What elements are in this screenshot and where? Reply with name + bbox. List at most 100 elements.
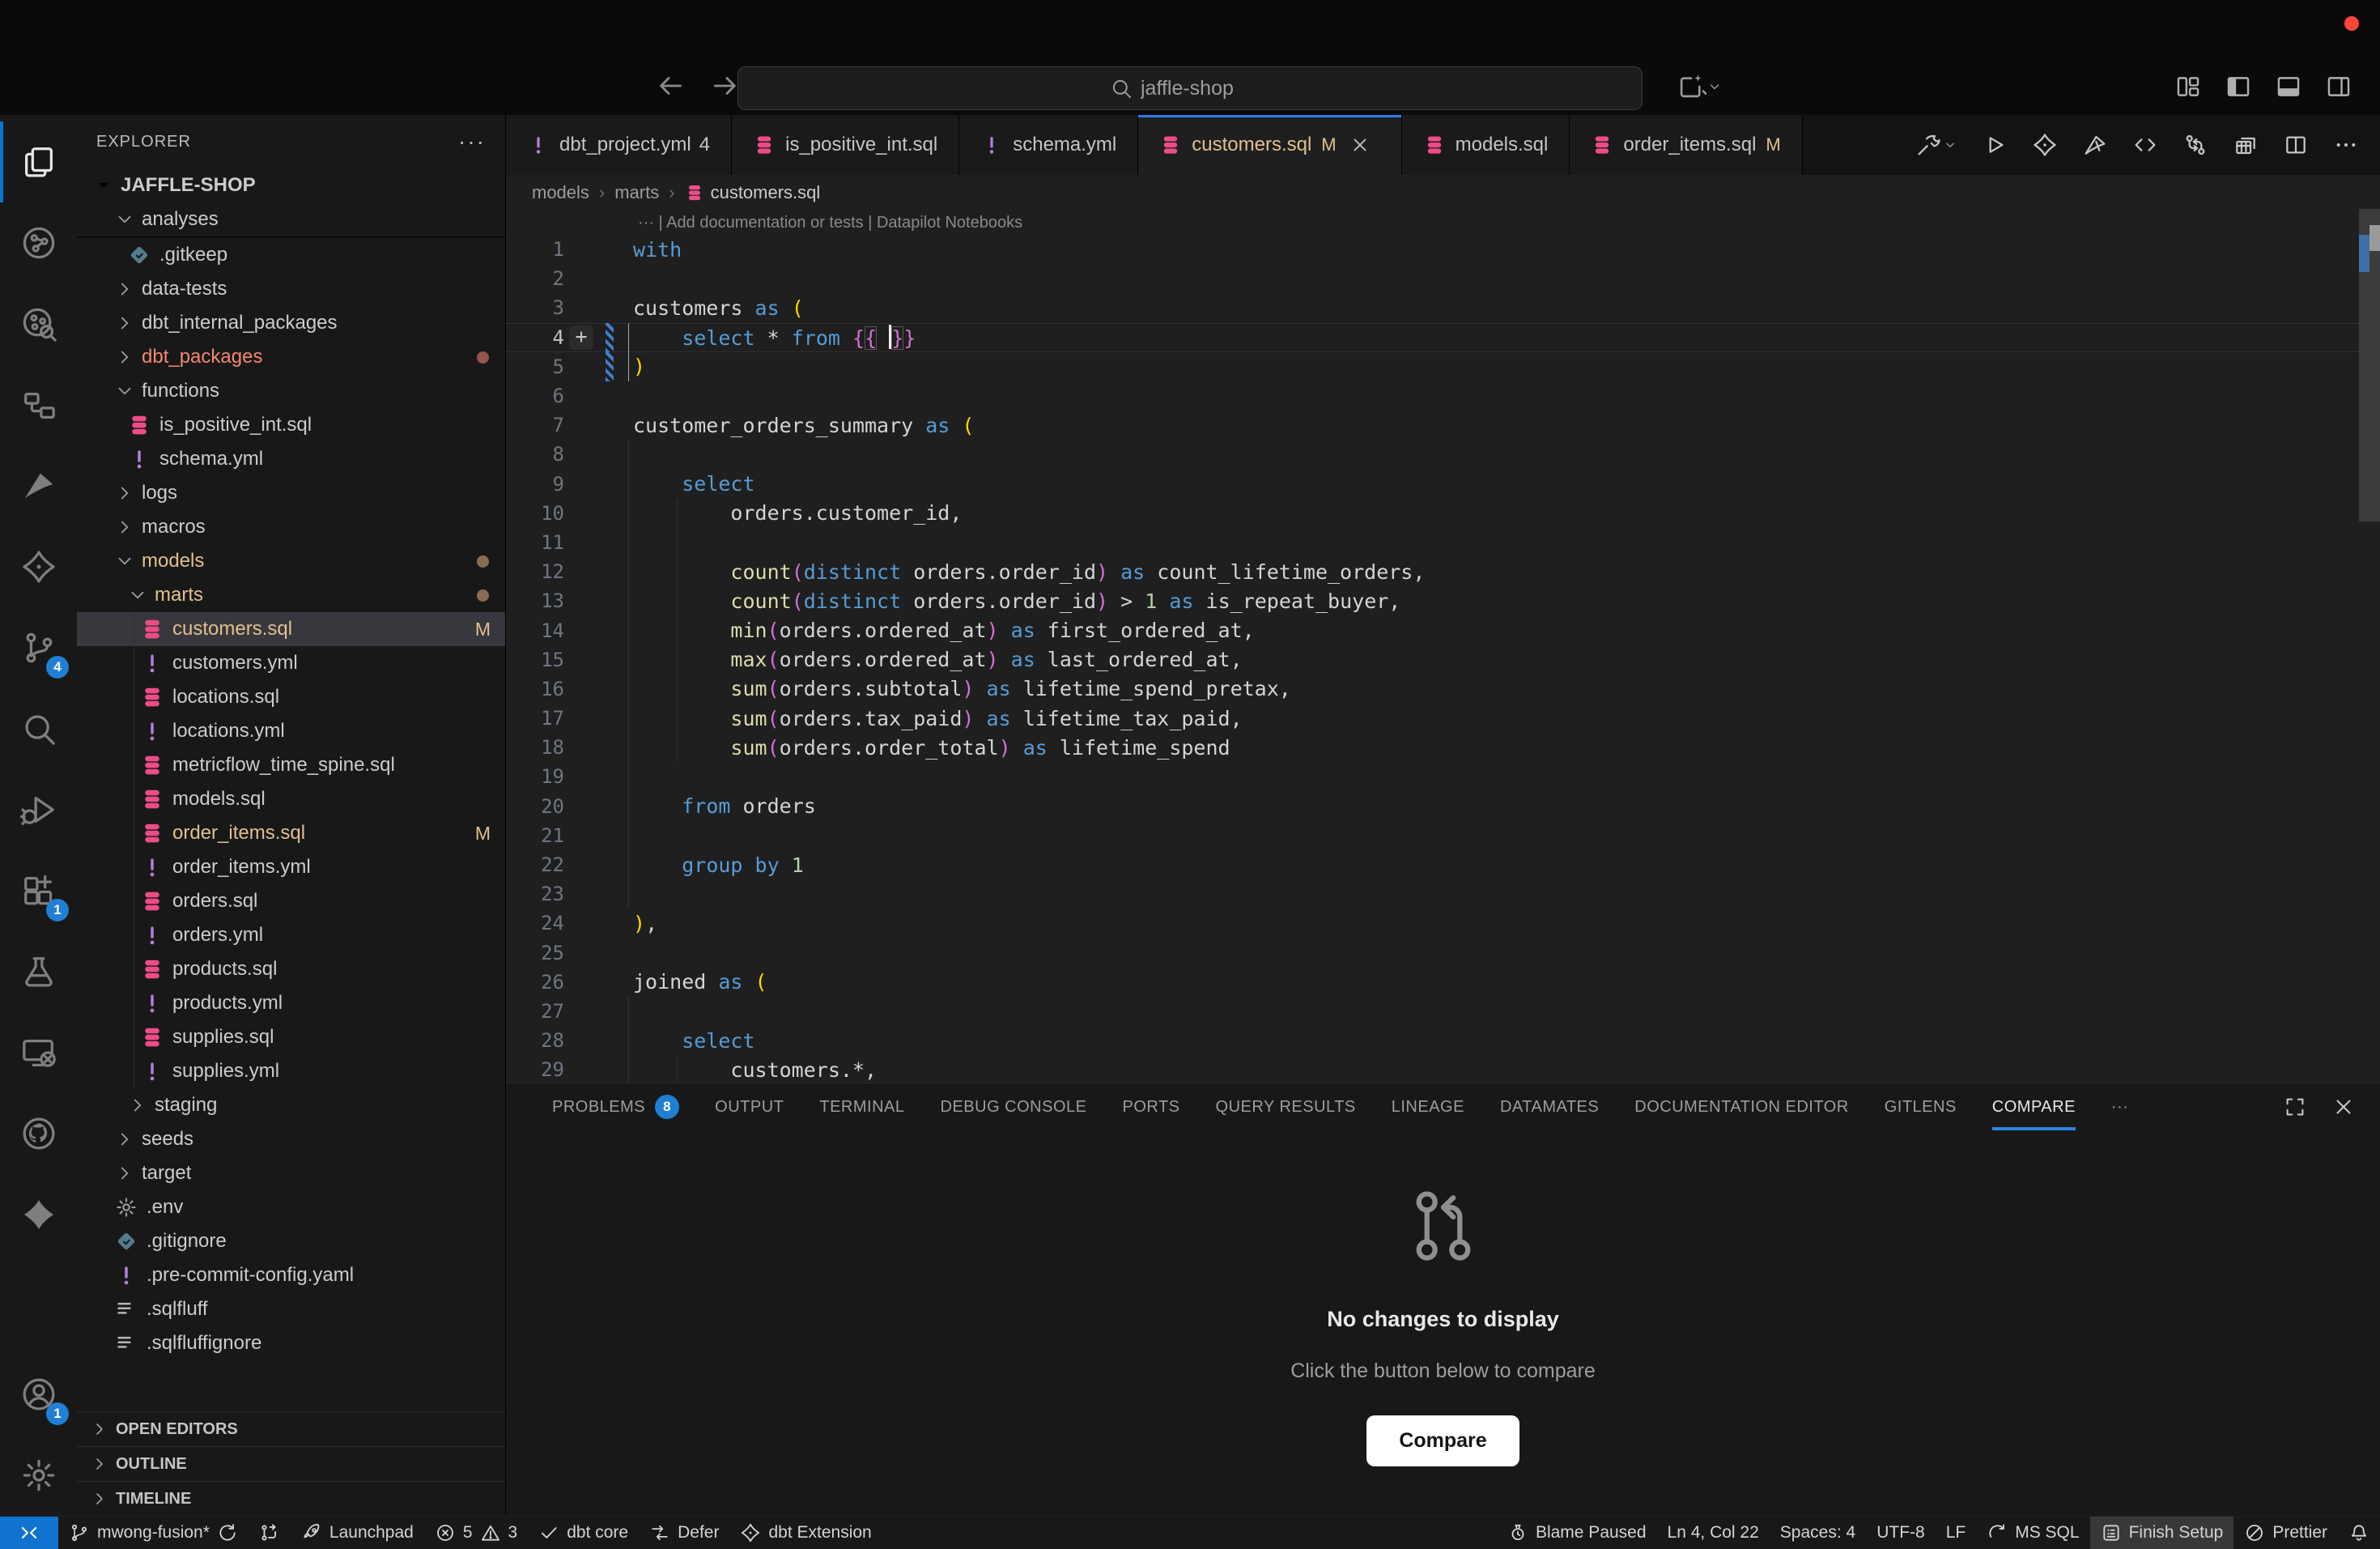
close-panel-button[interactable] [2331, 1095, 2356, 1119]
activity-explorer[interactable] [0, 121, 77, 202]
activity-settings[interactable] [0, 1435, 77, 1516]
activity-dbt[interactable] [0, 526, 77, 607]
copilot-button[interactable] [1676, 71, 1723, 102]
customize-layout-button[interactable] [2174, 73, 2202, 100]
panel-tab-GITLENS[interactable]: GITLENS [1885, 1083, 1957, 1130]
breadcrumb-item[interactable]: marts [614, 182, 659, 203]
tree-item-order_items.yml[interactable]: order_items.yml [77, 850, 505, 884]
panel-tab-PROBLEMS[interactable]: PROBLEMS8 [552, 1083, 679, 1130]
command-center-search[interactable] [737, 66, 1643, 110]
status-dbt-core[interactable]: dbt core [528, 1517, 639, 1549]
panel-tab-COMPARE[interactable]: COMPARE [1992, 1083, 2076, 1130]
activity-lineage-search[interactable] [0, 283, 77, 364]
tree-item-customers.yml[interactable]: customers.yml [77, 646, 505, 680]
tree-item-target[interactable]: target [77, 1156, 505, 1190]
section-timeline[interactable]: TIMELINE [77, 1481, 505, 1516]
git-compare-button[interactable] [2182, 132, 2208, 158]
maximize-panel-button[interactable] [2283, 1095, 2307, 1119]
tree-item-locations.sql[interactable]: locations.sql [77, 680, 505, 714]
tab-schema.yml[interactable]: schema.yml [959, 115, 1138, 175]
activity-lineage[interactable] [0, 202, 77, 283]
activity-flow[interactable] [0, 364, 77, 445]
status-defer[interactable]: Defer [639, 1517, 729, 1549]
tree-item-is_positive_int.sql[interactable]: is_positive_int.sql [77, 408, 505, 442]
add-line-button[interactable]: + [569, 326, 593, 350]
compare-button[interactable]: Compare [1366, 1415, 1519, 1466]
activity-altimate[interactable] [0, 445, 77, 526]
tree-item-.pre-commit-config.yaml[interactable]: .pre-commit-config.yaml [77, 1258, 505, 1292]
tree-item-marts[interactable]: marts [77, 578, 505, 612]
status-notifications[interactable] [2338, 1517, 2380, 1549]
tree-item-order_items.sql[interactable]: order_items.sqlM [77, 816, 505, 850]
activity-remote-explorer[interactable] [0, 1012, 77, 1093]
tree-item-orders.yml[interactable]: orders.yml [77, 918, 505, 952]
status-remote-indicator[interactable] [0, 1517, 58, 1549]
more-actions-button[interactable] [2333, 132, 2359, 158]
tree-item-supplies.sql[interactable]: supplies.sql [77, 1020, 505, 1054]
status-cursor-position[interactable]: Ln 4, Col 22 [1657, 1517, 1770, 1549]
panel-tab-PORTS[interactable]: PORTS [1122, 1083, 1179, 1130]
build-tool-button[interactable] [1915, 132, 1957, 158]
tree-item-locations.yml[interactable]: locations.yml [77, 714, 505, 748]
status-prettier[interactable]: Prettier [2233, 1517, 2338, 1549]
toggle-primary-sidebar-button[interactable] [2225, 73, 2252, 100]
tree-item-customers.sql[interactable]: customers.sqlM [77, 612, 505, 646]
code-editor[interactable]: models›marts›customers.sql ··· | Add doc… [506, 175, 2380, 1083]
panel-tab-QUERY RESULTS[interactable]: QUERY RESULTS [1216, 1083, 1356, 1130]
tree-item-staging[interactable]: staging [77, 1088, 505, 1122]
back-button[interactable] [654, 70, 686, 102]
tree-item-logs[interactable]: logs [77, 476, 505, 510]
status-eol[interactable]: LF [1936, 1517, 1977, 1549]
activity-testing[interactable] [0, 931, 77, 1012]
panel-tab-DEBUG CONSOLE[interactable]: DEBUG CONSOLE [941, 1083, 1087, 1130]
forward-button[interactable] [709, 70, 742, 102]
panel-tab-DATAMATES[interactable]: DATAMATES [1500, 1083, 1599, 1130]
tree-item-models[interactable]: models [77, 544, 505, 578]
codelens-links[interactable]: ··· | Add documentation or tests | Datap… [506, 211, 2380, 235]
panel-tab-TERMINAL[interactable]: TERMINAL [819, 1083, 904, 1130]
tab-customers.sql[interactable]: customers.sqlM [1138, 115, 1401, 175]
code-area[interactable]: 1with23customers as (+4 select * from {{… [506, 235, 2380, 1083]
tree-item-orders.sql[interactable]: orders.sql [77, 884, 505, 918]
tree-item-metricflow_time_spine.sql[interactable]: metricflow_time_spine.sql [77, 748, 505, 782]
panel-tab-OUTPUT[interactable]: OUTPUT [715, 1083, 784, 1130]
tab-is_positive_int.sql[interactable]: is_positive_int.sql [732, 115, 959, 175]
compile-button[interactable] [2132, 132, 2158, 158]
tree-item-seeds[interactable]: seeds [77, 1122, 505, 1156]
tree-item-dbt_internal_packages[interactable]: dbt_internal_packages [77, 306, 505, 340]
breadcrumb-file[interactable]: customers.sql [711, 182, 821, 203]
status-launchpad[interactable]: Launchpad [291, 1517, 424, 1549]
activity-source-control[interactable]: 4 [0, 607, 77, 688]
tab-models.sql[interactable]: models.sql [1402, 115, 1570, 175]
tree-item-.sqlfluffignore[interactable]: .sqlfluffignore [77, 1326, 505, 1360]
tree-item-products.sql[interactable]: products.sql [77, 952, 505, 986]
section-open-editors[interactable]: OPEN EDITORS [77, 1411, 505, 1446]
activity-run-debug[interactable] [0, 769, 77, 850]
tree-item-products.yml[interactable]: products.yml [77, 986, 505, 1020]
activity-dbt-power-user[interactable] [0, 1174, 77, 1255]
section-outline[interactable]: OUTLINE [77, 1446, 505, 1481]
tree-item-models.sql[interactable]: models.sql [77, 782, 505, 816]
query-results-button[interactable] [2233, 132, 2259, 158]
tree-item-supplies.yml[interactable]: supplies.yml [77, 1054, 505, 1088]
status-compare-changes[interactable] [249, 1517, 291, 1549]
status-finish-setup[interactable]: Finish Setup [2090, 1517, 2234, 1549]
tab-order_items.sql[interactable]: order_items.sqlM [1570, 115, 1802, 175]
status-problems[interactable]: 53 [424, 1517, 528, 1549]
status-encoding[interactable]: UTF-8 [1866, 1517, 1936, 1549]
tree-item-schema.yml[interactable]: schema.yml [77, 442, 505, 476]
altimate-action-button[interactable] [2082, 132, 2108, 158]
tree-root-folder[interactable]: JAFFLE-SHOP [77, 168, 505, 202]
tree-item-.gitkeep[interactable]: .gitkeep [77, 238, 505, 272]
tree-item-data-tests[interactable]: data-tests [77, 272, 505, 306]
tree-item-functions[interactable]: functions [77, 374, 505, 408]
status-language-mode[interactable]: MS SQL [1976, 1517, 2089, 1549]
tree-item-dbt_packages[interactable]: dbt_packages [77, 340, 505, 374]
tab-dbt_project.yml[interactable]: dbt_project.yml4 [506, 115, 732, 175]
tree-item-.gitignore[interactable]: .gitignore [77, 1224, 505, 1258]
panel-tab-···[interactable]: ··· [2111, 1083, 2128, 1130]
activity-search[interactable] [0, 688, 77, 769]
status-indentation[interactable]: Spaces: 4 [1770, 1517, 1866, 1549]
close-icon[interactable] [1349, 134, 1371, 155]
tree-item-.sqlfluff[interactable]: .sqlfluff [77, 1292, 505, 1326]
